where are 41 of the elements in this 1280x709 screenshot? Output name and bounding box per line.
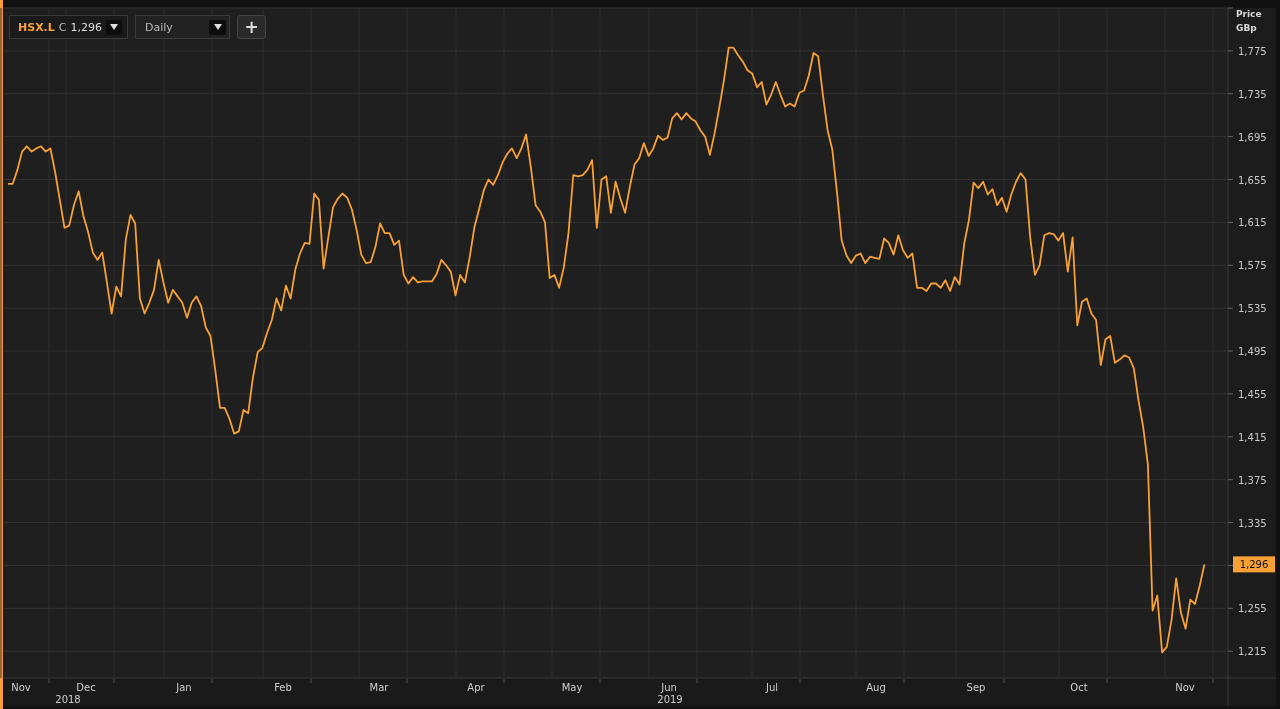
year-label: 2019 bbox=[657, 694, 683, 705]
month-label: Jan bbox=[176, 682, 192, 693]
month-label: Oct bbox=[1070, 682, 1088, 693]
price-axis-label: 1,775 bbox=[1238, 45, 1267, 57]
month-label: Nov bbox=[11, 682, 31, 693]
price-axis-label: 1,655 bbox=[1238, 174, 1267, 186]
month-label: Sep bbox=[966, 682, 986, 693]
close-value: 1,296 bbox=[70, 20, 102, 34]
price-axis-label: 1,495 bbox=[1238, 346, 1267, 358]
price-axis-label: 1,335 bbox=[1238, 517, 1267, 529]
price-axis-label: 1,535 bbox=[1238, 303, 1267, 315]
month-label: Aug bbox=[866, 682, 886, 693]
month-label: Mar bbox=[369, 682, 389, 693]
month-label: Nov bbox=[1175, 682, 1195, 693]
symbol-selector[interactable]: HSX.L C 1,296 bbox=[9, 15, 128, 39]
month-label: Jun bbox=[661, 682, 677, 693]
price-axis-label: 1,375 bbox=[1238, 474, 1267, 486]
add-button[interactable]: + bbox=[237, 15, 266, 39]
interval-dropdown[interactable]: Daily bbox=[135, 15, 230, 39]
month-label: Jul bbox=[765, 682, 779, 693]
month-label: Apr bbox=[467, 682, 485, 693]
last-price-tag: 1,296 bbox=[1233, 556, 1275, 573]
dropdown-caret-icon[interactable] bbox=[106, 19, 122, 35]
price-axis-label: 1,215 bbox=[1238, 646, 1267, 658]
currency-label: GBp bbox=[1236, 23, 1257, 33]
price-axis-label: 1,615 bbox=[1238, 217, 1267, 229]
month-label: Feb bbox=[274, 682, 292, 693]
price-axis-label: 1,255 bbox=[1238, 603, 1267, 615]
price-axis-label: 1,575 bbox=[1238, 260, 1267, 272]
month-label: May bbox=[561, 682, 583, 693]
price-axis-label: 1,455 bbox=[1238, 388, 1267, 400]
interval-text: Daily bbox=[145, 20, 174, 34]
price-axis-label: 1,735 bbox=[1238, 88, 1267, 100]
year-label: 2018 bbox=[55, 694, 81, 705]
price-axis-title: Price bbox=[1236, 9, 1262, 19]
price-axis-label: 1,415 bbox=[1238, 431, 1267, 443]
price-axis-label: 1,695 bbox=[1238, 131, 1267, 143]
month-label: Dec bbox=[76, 682, 96, 693]
dropdown-caret-icon[interactable] bbox=[209, 19, 226, 35]
symbol-text: HSX.L bbox=[18, 20, 55, 34]
close-label: C bbox=[58, 20, 67, 34]
